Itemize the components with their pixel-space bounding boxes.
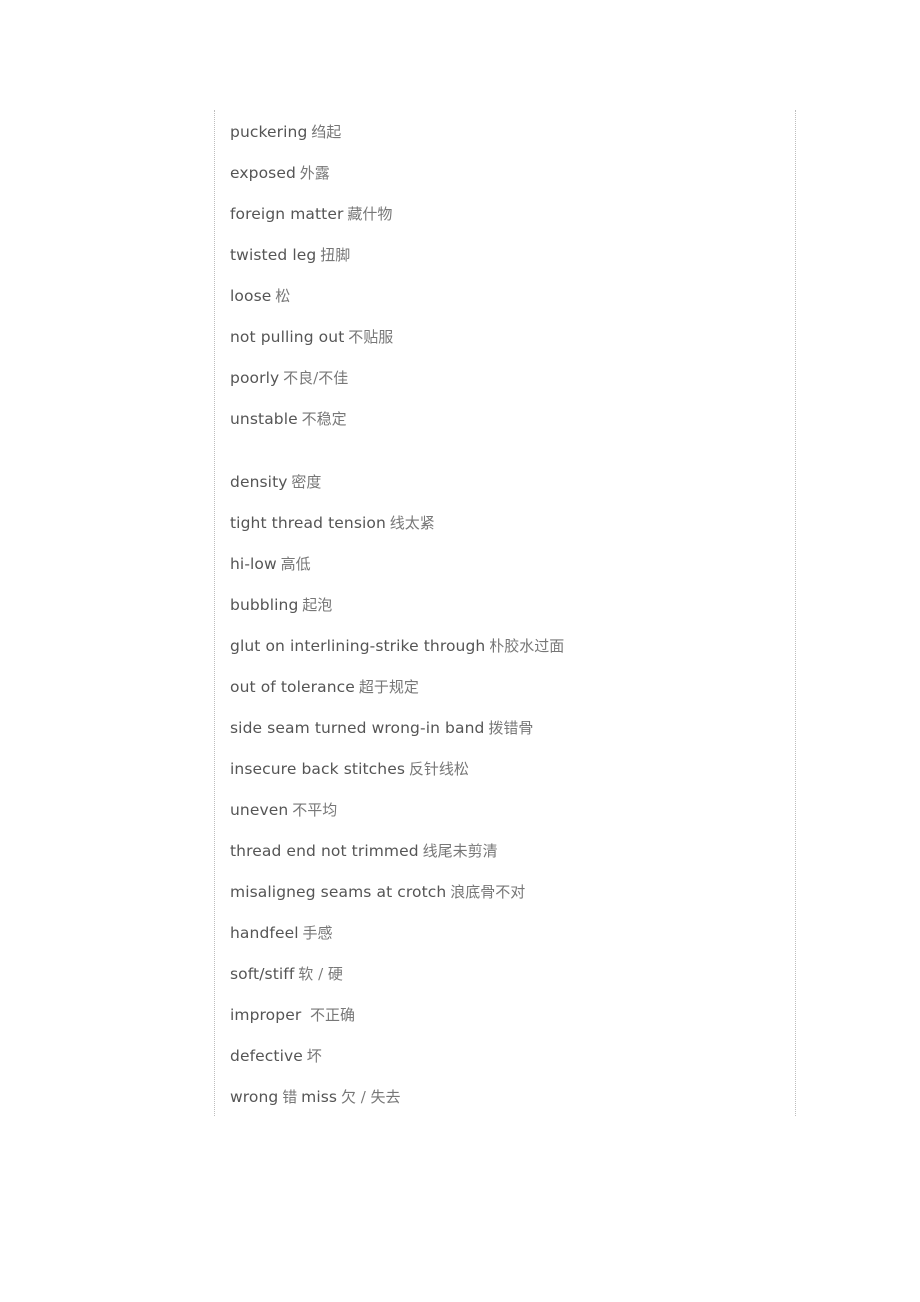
term-chinese: 起泡 — [302, 596, 333, 614]
term-chinese: 扭脚 — [320, 246, 351, 264]
term-chinese: 不良/不佳 — [283, 369, 349, 387]
glossary-entry: glut on interlining-strike through 朴胶水过面 — [230, 634, 564, 675]
term-english: handfeel — [230, 924, 299, 942]
term-chinese: 软 / 硬 — [298, 965, 343, 983]
term-english: insecure back stitches — [230, 760, 406, 778]
glossary-entry: uneven 不平均 — [230, 798, 564, 839]
term-chinese: 拨错骨 — [488, 719, 534, 737]
term-chinese: 朴胶水过面 — [489, 637, 565, 655]
term-english: misaligneg seams at crotch — [230, 883, 447, 901]
term-chinese: 坏 — [306, 1047, 322, 1065]
term-english: uneven — [230, 801, 289, 819]
term-english: puckering — [230, 123, 308, 141]
glossary-entry: foreign matter 藏什物 — [230, 202, 564, 243]
term-english: exposed — [230, 164, 296, 182]
term-english: density — [230, 473, 288, 491]
glossary-entry: wrong 错 miss 欠 / 失去 — [230, 1085, 564, 1126]
term-chinese: 不平均 — [292, 801, 338, 819]
term-english: hi-low — [230, 555, 277, 573]
term-chinese: 藏什物 — [347, 205, 393, 223]
glossary-entry: unstable 不稳定 — [230, 407, 564, 448]
term-chinese: 超于规定 — [358, 678, 419, 696]
glossary-entry: side seam turned wrong-in band 拨错骨 — [230, 716, 564, 757]
term-chinese: 浪底骨不对 — [450, 883, 526, 901]
term-english: bubbling — [230, 596, 299, 614]
glossary-entry: hi-low 高低 — [230, 552, 564, 593]
glossary-entry: handfeel 手感 — [230, 921, 564, 962]
glossary-entry: puckering 绉起 — [230, 120, 564, 161]
term-chinese: 密度 — [291, 473, 322, 491]
term-english: unstable — [230, 410, 298, 428]
glossary-entry: density 密度 — [230, 470, 564, 511]
glossary-entry: twisted leg 扭脚 — [230, 243, 564, 284]
term-english: not pulling out — [230, 328, 345, 346]
term-english: twisted leg — [230, 246, 317, 264]
term-chinese: 高低 — [280, 555, 311, 573]
term-english: improper — [230, 1006, 302, 1024]
term-chinese: 手感 — [302, 924, 333, 942]
term-english: loose — [230, 287, 272, 305]
term-chinese: 错 — [282, 1088, 298, 1106]
glossary-entry: misaligneg seams at crotch 浪底骨不对 — [230, 880, 564, 921]
term-english: out of tolerance — [230, 678, 355, 696]
term-chinese: 不正确 — [305, 1006, 355, 1024]
term-chinese: 绉起 — [311, 123, 342, 141]
term-english: glut on interlining-strike through — [230, 637, 486, 655]
term-chinese: 线太紧 — [389, 514, 435, 532]
term-english: defective — [230, 1047, 303, 1065]
term-english-secondary: miss — [301, 1088, 338, 1106]
glossary-entry: out of tolerance 超于规定 — [230, 675, 564, 716]
glossary-entry: improper 不正确 — [230, 1003, 564, 1044]
term-chinese: 不贴服 — [348, 328, 394, 346]
glossary-entry: defective 坏 — [230, 1044, 564, 1085]
glossary-entry: soft/stiff 软 / 硬 — [230, 962, 564, 1003]
glossary-entry: tight thread tension 线太紧 — [230, 511, 564, 552]
term-chinese: 外露 — [299, 164, 330, 182]
term-chinese: 线尾未剪清 — [422, 842, 498, 860]
term-chinese: 反针线松 — [408, 760, 469, 778]
term-english: soft/stiff — [230, 965, 295, 983]
term-english: foreign matter — [230, 205, 344, 223]
term-chinese: 不稳定 — [301, 410, 347, 428]
term-english: wrong — [230, 1088, 279, 1106]
glossary-entry: loose 松 — [230, 284, 564, 325]
glossary-entry: thread end not trimmed 线尾未剪清 — [230, 839, 564, 880]
glossary-entry: poorly 不良/不佳 — [230, 366, 564, 407]
term-english: thread end not trimmed — [230, 842, 419, 860]
glossary-entry: insecure back stitches 反针线松 — [230, 757, 564, 798]
term-english: side seam turned wrong-in band — [230, 719, 485, 737]
glossary-entry: not pulling out 不贴服 — [230, 325, 564, 366]
glossary-list: puckering 绉起 exposed 外露 foreign matter 藏… — [230, 120, 564, 1126]
glossary-entry: bubbling 起泡 — [230, 593, 564, 634]
glossary-entry: exposed 外露 — [230, 161, 564, 202]
term-chinese: 松 — [275, 287, 291, 305]
term-english: poorly — [230, 369, 280, 387]
term-english: tight thread tension — [230, 514, 386, 532]
term-chinese-secondary: 欠 / 失去 — [340, 1088, 401, 1106]
